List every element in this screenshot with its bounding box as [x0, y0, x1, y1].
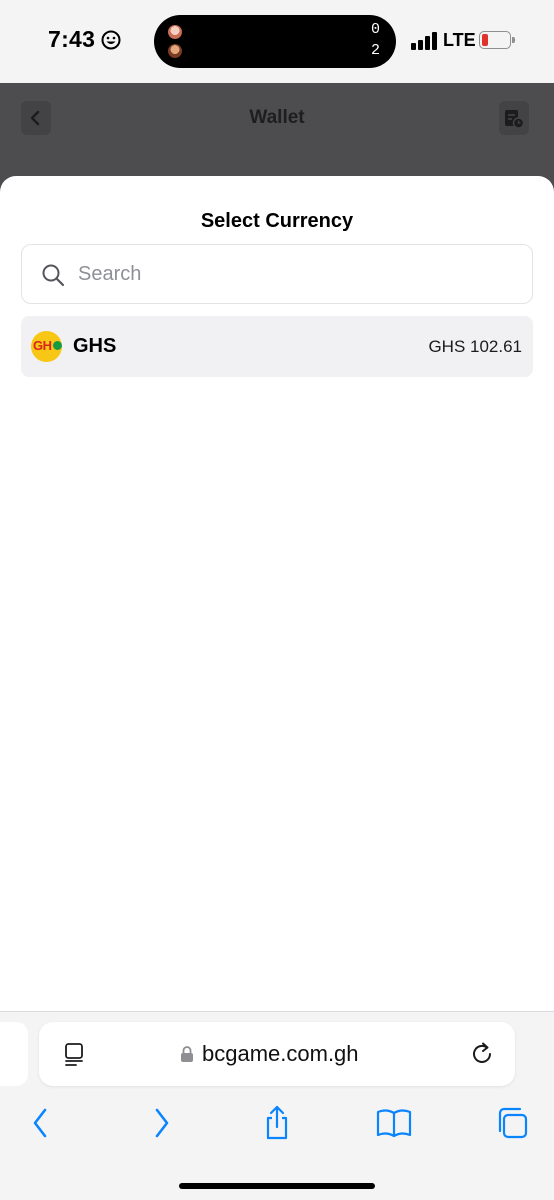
- live-score: 0: [370, 21, 380, 38]
- team-avatar-icon: [168, 25, 182, 39]
- live-score: 2: [370, 42, 380, 59]
- browser-back-button[interactable]: [23, 1105, 59, 1141]
- share-button[interactable]: [259, 1105, 295, 1141]
- home-indicator: [179, 1183, 375, 1189]
- records-icon: [505, 110, 525, 129]
- battery-icon: [479, 31, 515, 49]
- select-currency-sheet: Select Currency GH GHS GHS 102.61: [0, 176, 554, 1011]
- chevron-right-icon: [155, 1108, 169, 1138]
- team-avatar-icon: [168, 44, 182, 58]
- reload-icon[interactable]: [470, 1041, 496, 1067]
- tabs-button[interactable]: [494, 1105, 530, 1141]
- tabs-icon: [498, 1107, 528, 1139]
- search-input[interactable]: [78, 255, 508, 293]
- currency-balance: GHS 102.61: [428, 337, 522, 356]
- sheet-title: Select Currency: [200, 210, 354, 232]
- lock-icon: [181, 1046, 193, 1062]
- smiley-icon: [101, 30, 121, 50]
- book-icon: [376, 1109, 412, 1138]
- currency-row-ghs[interactable]: GH GHS GHS 102.61: [21, 316, 533, 377]
- previous-tab-preview[interactable]: [0, 1022, 28, 1086]
- page-title: Wallet: [249, 107, 305, 128]
- currency-code: GHS: [73, 335, 117, 357]
- search-box[interactable]: [21, 244, 533, 304]
- chevron-left-icon: [33, 1108, 47, 1138]
- network-type: LTE: [443, 30, 476, 50]
- cellular-signal-icon: [411, 32, 437, 50]
- search-icon: [42, 264, 65, 287]
- share-icon: [266, 1105, 288, 1140]
- browser-chrome: bcgame.com.gh: [0, 1011, 554, 1200]
- url-text: bcgame.com.gh: [202, 1041, 359, 1066]
- ghs-coin-icon: GH: [31, 331, 62, 362]
- bookmarks-button[interactable]: [376, 1105, 412, 1141]
- address-bar[interactable]: bcgame.com.gh: [39, 1022, 515, 1086]
- status-time: 7:43: [48, 26, 96, 52]
- dynamic-island[interactable]: 0 2: [154, 15, 396, 68]
- ghs-logo-text: GH: [33, 338, 52, 353]
- page-menu-icon[interactable]: [62, 1042, 88, 1068]
- transaction-records-button[interactable]: [499, 101, 529, 135]
- browser-forward-button[interactable]: [143, 1105, 179, 1141]
- status-bar: 7:43 0 2 LTE: [0, 0, 554, 83]
